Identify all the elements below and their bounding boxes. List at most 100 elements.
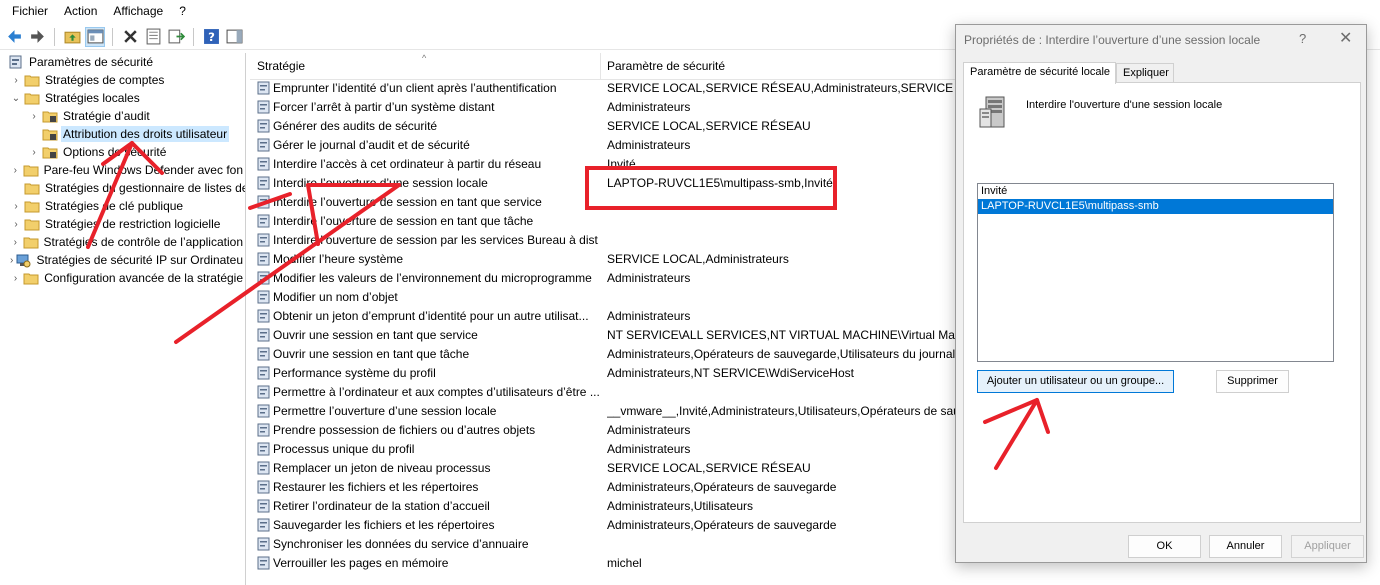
policy-name-cell: Modifier les valeurs de l’environnement …: [273, 271, 592, 285]
policy-icon: [257, 138, 270, 152]
table-row[interactable]: Modifier l’heure système SERVICE LOCAL,Ad…: [250, 250, 960, 269]
policy-setting-cell: michel: [607, 556, 642, 570]
policy-name-cell: Interdire l’ouverture de session en tant…: [273, 195, 542, 209]
tree-item-account-policies[interactable]: › Stratégies de comptes: [2, 71, 245, 89]
member-item-selected[interactable]: LAPTOP-RUVCL1E5\multipass-smb: [978, 199, 1333, 214]
table-row[interactable]: Restaurer les fichiers et les répertoire…: [250, 478, 960, 497]
table-row[interactable]: Modifier les valeurs de l’environnement …: [250, 269, 960, 288]
table-row[interactable]: Ouvrir une session en tant que tâche Admi…: [250, 345, 960, 364]
table-row[interactable]: Sauvegarder les fichiers et les répertoi…: [250, 516, 960, 535]
chevron-down-icon[interactable]: ⌄: [10, 92, 22, 104]
table-row[interactable]: Interdire l’ouverture de session en tant…: [250, 193, 960, 212]
tree-item-advanced-audit[interactable]: › Configuration avancée de la stratégie: [2, 269, 245, 287]
table-row[interactable]: Synchroniser les données du service d’an…: [250, 535, 960, 554]
table-row[interactable]: Générer des audits de sécurité SERVICE LO…: [250, 117, 960, 136]
policy-setting-cell: Administrateurs: [607, 309, 691, 323]
policy-name-cell: Modifier l’heure système: [273, 252, 404, 266]
policy-name-cell: Retirer l’ordinateur de la station d’acc…: [273, 499, 490, 513]
export-icon[interactable]: [166, 27, 186, 47]
forward-icon[interactable]: [27, 27, 47, 47]
add-user-or-group-button[interactable]: Ajouter un utilisateur ou un groupe...: [977, 370, 1174, 393]
tree-item-application-control[interactable]: › Stratégies de contrôle de l’applicatio…: [2, 233, 245, 251]
policy-folder-icon: [42, 126, 58, 142]
chevron-right-icon[interactable]: ›: [10, 272, 21, 284]
members-listbox[interactable]: Invité LAPTOP-RUVCL1E5\multipass-smb: [977, 183, 1334, 362]
tree-item-public-key-policies[interactable]: › Stratégies de clé publique: [2, 197, 245, 215]
menu-help[interactable]: ?: [171, 1, 194, 21]
policy-name-cell: Remplacer un jeton de niveau processus: [273, 461, 491, 475]
tree-item-ip-security[interactable]: › Stratégies de sécurité IP sur Ordinate…: [2, 251, 245, 269]
tree-item-network-list-policies[interactable]: Stratégies du gestionnaire de listes de: [2, 179, 245, 197]
tree-item-label: Stratégies locales: [45, 91, 140, 105]
tree-item-security-settings[interactable]: Paramètres de sécurité: [2, 53, 245, 71]
action-pane-icon[interactable]: [224, 27, 244, 47]
policy-icon: [257, 252, 270, 266]
ok-button[interactable]: OK: [1128, 535, 1201, 558]
table-row[interactable]: Interdire l’ouverture d’une session loca…: [250, 174, 960, 193]
column-divider[interactable]: [600, 53, 601, 80]
policy-icon: [257, 271, 270, 285]
table-row[interactable]: Forcer l’arrêt à partir d’un système dis…: [250, 98, 960, 117]
menu-action[interactable]: Action: [56, 1, 105, 21]
tree-item-local-policies[interactable]: ⌄ Stratégies locales: [2, 89, 245, 107]
table-row[interactable]: Permettre l’ouverture d’une session loca…: [250, 402, 960, 421]
close-icon[interactable]: ✕: [1339, 28, 1352, 48]
table-row[interactable]: Interdire l’accès à cet ordinateur à par…: [250, 155, 960, 174]
chevron-right-icon[interactable]: ›: [28, 110, 40, 122]
table-row[interactable]: Emprunter l’identité d’un client après l…: [250, 79, 960, 98]
policy-icon: [257, 404, 270, 418]
apply-button[interactable]: Appliquer: [1291, 535, 1364, 558]
table-row[interactable]: Modifier un nom d’objet: [250, 288, 960, 307]
policy-name-cell: Modifier un nom d’objet: [273, 290, 398, 304]
svg-text:?: ?: [208, 30, 215, 44]
tree-item-software-restriction[interactable]: › Stratégies de restriction logicielle: [2, 215, 245, 233]
help-button[interactable]: ?: [1299, 31, 1306, 46]
table-row[interactable]: Obtenir un jeton d’emprunt d’identité po…: [250, 307, 960, 326]
ip-security-icon: [15, 252, 31, 268]
policy-icon: [257, 385, 270, 399]
back-icon[interactable]: [4, 27, 24, 47]
tab-panel: Interdire l'ouverture d'une session loca…: [963, 82, 1361, 523]
table-row[interactable]: Performance système du profil Administrat…: [250, 364, 960, 383]
table-row[interactable]: Remplacer un jeton de niveau processus SE…: [250, 459, 960, 478]
tree-item-audit-policy[interactable]: › Stratégie d’audit: [2, 107, 245, 125]
help-icon[interactable]: ?: [201, 27, 221, 47]
table-row[interactable]: Processus unique du profil Administrateur…: [250, 440, 960, 459]
table-row[interactable]: Retirer l’ordinateur de la station d’acc…: [250, 497, 960, 516]
up-folder-icon[interactable]: [62, 27, 82, 47]
chevron-right-icon[interactable]: ›: [10, 164, 21, 176]
remove-button[interactable]: Supprimer: [1216, 370, 1289, 393]
policy-name-cell: Ouvrir une session en tant que tâche: [273, 347, 470, 361]
table-row[interactable]: Gérer le journal d’audit et de sécurité A…: [250, 136, 960, 155]
menu-affichage[interactable]: Affichage: [105, 1, 171, 21]
chevron-right-icon[interactable]: ›: [10, 236, 21, 248]
chevron-right-icon[interactable]: ›: [10, 218, 22, 230]
table-row[interactable]: Ouvrir une session en tant que service NT…: [250, 326, 960, 345]
table-row[interactable]: Verrouiller les pages en mémoire michel: [250, 554, 960, 573]
tree-item-user-rights-assignment[interactable]: Attribution des droits utilisateur: [2, 125, 245, 143]
menu-fichier[interactable]: Fichier: [4, 1, 56, 21]
properties-icon[interactable]: [143, 27, 163, 47]
folder-icon: [24, 90, 40, 106]
delete-icon[interactable]: [120, 27, 140, 47]
tab-local-security-setting[interactable]: Paramètre de sécurité locale: [963, 62, 1116, 84]
tree-item-label: Stratégies de sécurité IP sur Ordinateu: [36, 253, 243, 267]
column-header-policy[interactable]: Stratégie: [257, 59, 305, 73]
chevron-right-icon[interactable]: ›: [10, 254, 13, 266]
chevron-right-icon[interactable]: ›: [10, 200, 22, 212]
chevron-right-icon[interactable]: ›: [28, 146, 40, 158]
table-row[interactable]: Prendre possession de fichiers ou d’autr…: [250, 421, 960, 440]
cancel-button[interactable]: Annuler: [1209, 535, 1282, 558]
policy-icon: [257, 499, 270, 513]
member-item[interactable]: Invité: [978, 184, 1333, 199]
show-hide-tree-icon[interactable]: [85, 26, 105, 47]
tab-explain[interactable]: Expliquer: [1116, 63, 1174, 84]
tree-item-security-options[interactable]: › Options de sécurité: [2, 143, 245, 161]
column-header-setting[interactable]: Paramètre de sécurité: [607, 59, 725, 73]
chevron-right-icon[interactable]: ›: [10, 74, 22, 86]
table-row[interactable]: Interdire l’ouverture de session en tant…: [250, 212, 960, 231]
tree-item-firewall[interactable]: › Pare-feu Windows Defender avec fon: [2, 161, 245, 179]
table-row[interactable]: Permettre à l’ordinateur et aux comptes …: [250, 383, 960, 402]
policy-icon: [257, 423, 270, 437]
table-row[interactable]: Interdire l’ouverture de session par les…: [250, 231, 960, 250]
